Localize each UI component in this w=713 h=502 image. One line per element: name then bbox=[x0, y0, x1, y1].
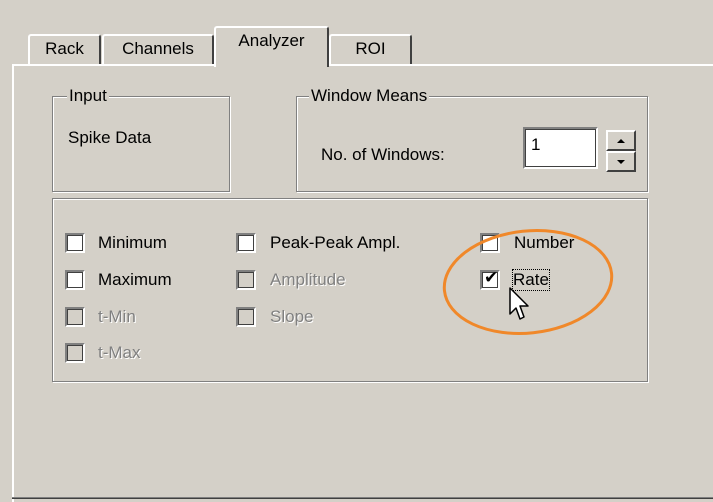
minimum-label: Minimum bbox=[98, 233, 167, 252]
windows-spin-up-button[interactable] bbox=[606, 130, 636, 151]
panel-bottom-edge bbox=[12, 497, 713, 499]
analyzer-dialog: Rack Channels Analyzer ROI Input Spike D… bbox=[0, 0, 713, 502]
measurement-options-group bbox=[52, 198, 648, 382]
amplitude-checkbox[interactable] bbox=[236, 270, 256, 290]
windows-label: No. of Windows: bbox=[321, 145, 445, 164]
arrow-down-icon bbox=[617, 159, 625, 164]
slope-checkbox[interactable] bbox=[236, 307, 256, 327]
window-means-legend: Window Means bbox=[309, 85, 430, 107]
tab-label: Rack bbox=[45, 39, 84, 58]
checkmark-icon: ✔ bbox=[484, 268, 499, 288]
tab-rack[interactable]: Rack bbox=[28, 34, 101, 64]
amplitude-label: Amplitude bbox=[270, 270, 346, 289]
tmin-label: t-Min bbox=[98, 307, 136, 326]
tab-roi[interactable]: ROI bbox=[329, 34, 412, 64]
maximum-checkbox[interactable] bbox=[65, 270, 85, 290]
tmin-checkbox[interactable] bbox=[65, 307, 85, 327]
slope-label: Slope bbox=[270, 307, 314, 326]
arrow-up-icon bbox=[617, 138, 625, 143]
input-group-legend: Input bbox=[67, 85, 109, 107]
windows-spin-down-button[interactable] bbox=[606, 151, 636, 172]
windows-input-value: 1 bbox=[531, 135, 541, 154]
windows-input[interactable]: 1 bbox=[523, 127, 598, 169]
peak-peak-checkbox[interactable] bbox=[236, 233, 256, 253]
tab-channels[interactable]: Channels bbox=[102, 34, 214, 64]
peak-peak-label: Peak-Peak Ampl. bbox=[270, 233, 401, 252]
number-checkbox[interactable] bbox=[480, 233, 500, 253]
rate-checkbox[interactable]: ✔ bbox=[480, 268, 500, 290]
minimum-checkbox[interactable] bbox=[65, 233, 85, 253]
maximum-label: Maximum bbox=[98, 270, 172, 289]
tab-label: Channels bbox=[122, 39, 194, 58]
tab-analyzer[interactable]: Analyzer bbox=[214, 26, 329, 67]
number-label: Number bbox=[514, 233, 575, 252]
rate-label: Rate bbox=[512, 269, 550, 291]
tab-label: ROI bbox=[355, 39, 386, 58]
tmax-label: t-Max bbox=[98, 343, 141, 362]
tmax-checkbox[interactable] bbox=[65, 343, 85, 363]
tab-label: Analyzer bbox=[238, 31, 305, 50]
input-value: Spike Data bbox=[68, 128, 152, 147]
